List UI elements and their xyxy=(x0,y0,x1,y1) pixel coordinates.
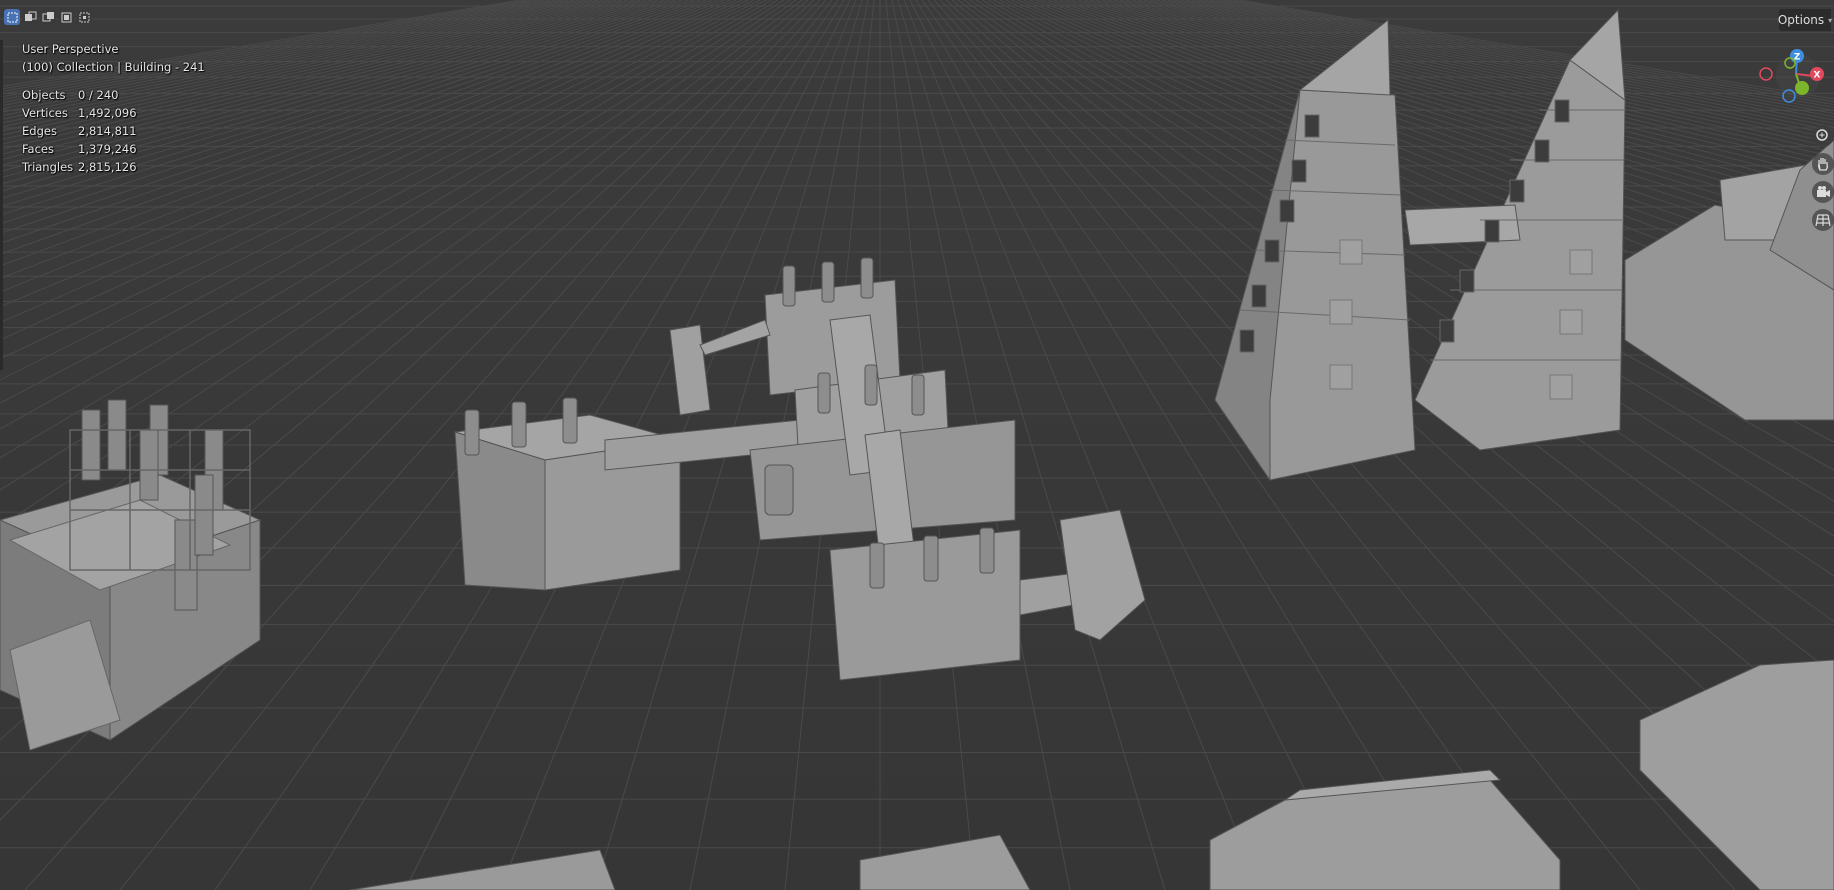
select-mode-group xyxy=(4,9,92,25)
stat-value: 0 / 240 xyxy=(78,88,119,102)
stat-label: Faces xyxy=(22,142,54,156)
gizmo-neg-x[interactable] xyxy=(1759,67,1773,81)
options-label: Options xyxy=(1777,13,1825,27)
scene-canvas[interactable] xyxy=(0,0,1834,890)
stat-value: 1,379,246 xyxy=(78,142,137,156)
stat-label: Triangles xyxy=(22,160,74,174)
chevron-down-icon: ▾ xyxy=(1828,15,1833,25)
select-box-new-icon[interactable] xyxy=(4,9,20,25)
viewport-info: User Perspective (100) Collection | Buil… xyxy=(22,40,205,76)
stat-row: Triangles 2,815,126 xyxy=(22,158,137,176)
stat-label: Vertices xyxy=(22,106,68,120)
options-dropdown[interactable]: Options ▾ xyxy=(1777,9,1833,31)
stat-row: Vertices 1,492,096 xyxy=(22,104,137,122)
perspective-label: User Perspective xyxy=(22,42,119,56)
scene-statistics: Objects 0 / 240 Vertices 1,492,096 Edges 2,… xyxy=(22,86,137,176)
stat-row: Faces 1,379,246 xyxy=(22,140,137,158)
collection-label: (100) Collection | Building - 241 xyxy=(22,60,205,74)
select-box-subtract-icon[interactable] xyxy=(40,9,56,25)
stat-row: Edges 2,814,811 xyxy=(22,122,137,140)
select-box-extend-icon[interactable] xyxy=(22,9,38,25)
left-toolbar-strip xyxy=(0,40,3,370)
select-box-invert-icon[interactable] xyxy=(58,9,74,25)
pan-hand-icon[interactable] xyxy=(1812,153,1834,175)
stat-row: Objects 0 / 240 xyxy=(22,86,137,104)
select-box-intersect-icon[interactable] xyxy=(76,9,92,25)
3d-viewport[interactable]: User Perspective (100) Collection | Buil… xyxy=(0,0,1834,890)
ortho-grid-icon[interactable] xyxy=(1812,209,1834,231)
camera-icon[interactable] xyxy=(1812,181,1834,203)
stat-value: 2,815,126 xyxy=(78,160,137,174)
gizmo-x-label: X xyxy=(1814,71,1821,81)
zoom-icon[interactable] xyxy=(1812,125,1834,147)
stat-label: Objects xyxy=(22,88,66,102)
stat-value: 2,814,811 xyxy=(78,124,137,138)
stat-label: Edges xyxy=(22,124,57,138)
gizmo-y-axis[interactable] xyxy=(1795,81,1809,95)
navigation-gizmo[interactable]: Z X xyxy=(1756,44,1834,122)
stat-value: 1,492,096 xyxy=(78,106,137,120)
